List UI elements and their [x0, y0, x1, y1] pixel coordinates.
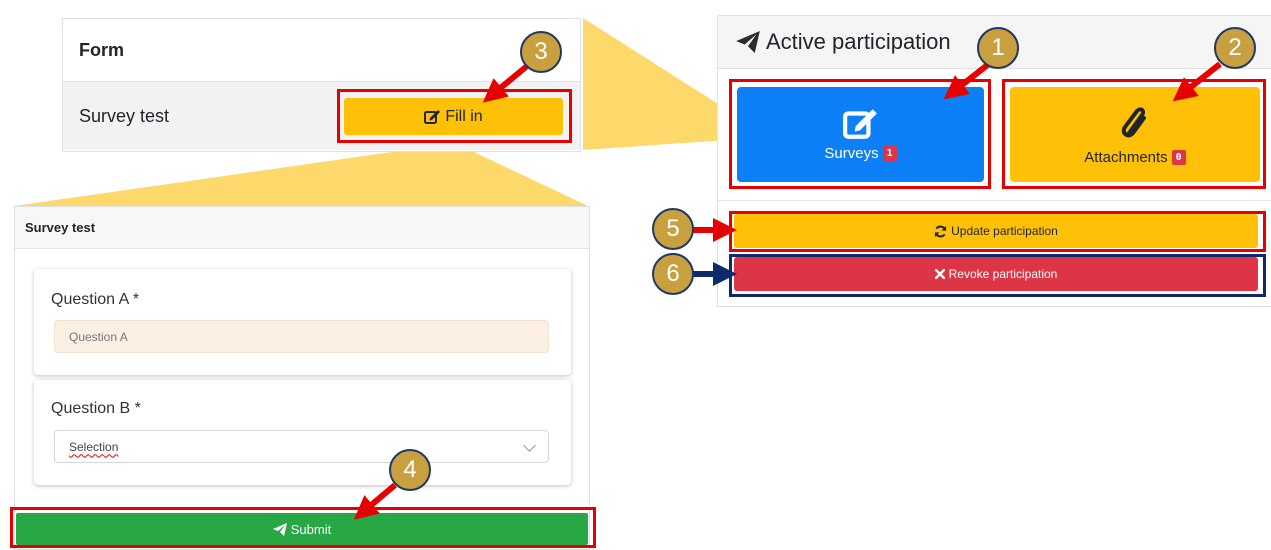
callout-wedge-bottom	[14, 143, 588, 206]
question-b-value: Selection	[69, 439, 119, 454]
question-b-label: Question B *	[51, 400, 141, 417]
question-b-card: Question B * Selection	[34, 380, 571, 485]
form-header: Form	[63, 19, 580, 82]
marker-4: 4	[389, 449, 431, 491]
marker-6: 6	[652, 253, 694, 295]
marker-1: 1	[977, 27, 1019, 69]
question-a-label: Question A *	[51, 291, 140, 308]
attachments-highlight	[1002, 79, 1266, 189]
submit-highlight	[10, 507, 596, 548]
survey-title: Survey test	[15, 207, 589, 249]
survey-card: Survey test Question A * Question A Ques…	[14, 206, 590, 550]
paper-plane-icon	[736, 31, 760, 53]
chevron-down-icon	[523, 439, 536, 452]
panel-title: Active participation	[766, 29, 951, 54]
marker-5: 5	[652, 208, 694, 250]
fill-in-highlight	[337, 89, 572, 143]
panel-divider	[718, 200, 1271, 201]
question-b-select[interactable]: Selection	[54, 430, 549, 463]
form-row-label: Survey test	[79, 105, 170, 126]
marker-3: 3	[520, 31, 562, 73]
update-highlight	[729, 211, 1266, 252]
surveys-highlight	[729, 79, 991, 189]
question-a-placeholder: Question A	[69, 329, 128, 344]
revoke-highlight	[729, 254, 1266, 297]
marker-2: 2	[1214, 27, 1256, 69]
question-a-card: Question A * Question A	[34, 269, 571, 375]
question-a-input[interactable]: Question A	[54, 320, 549, 353]
